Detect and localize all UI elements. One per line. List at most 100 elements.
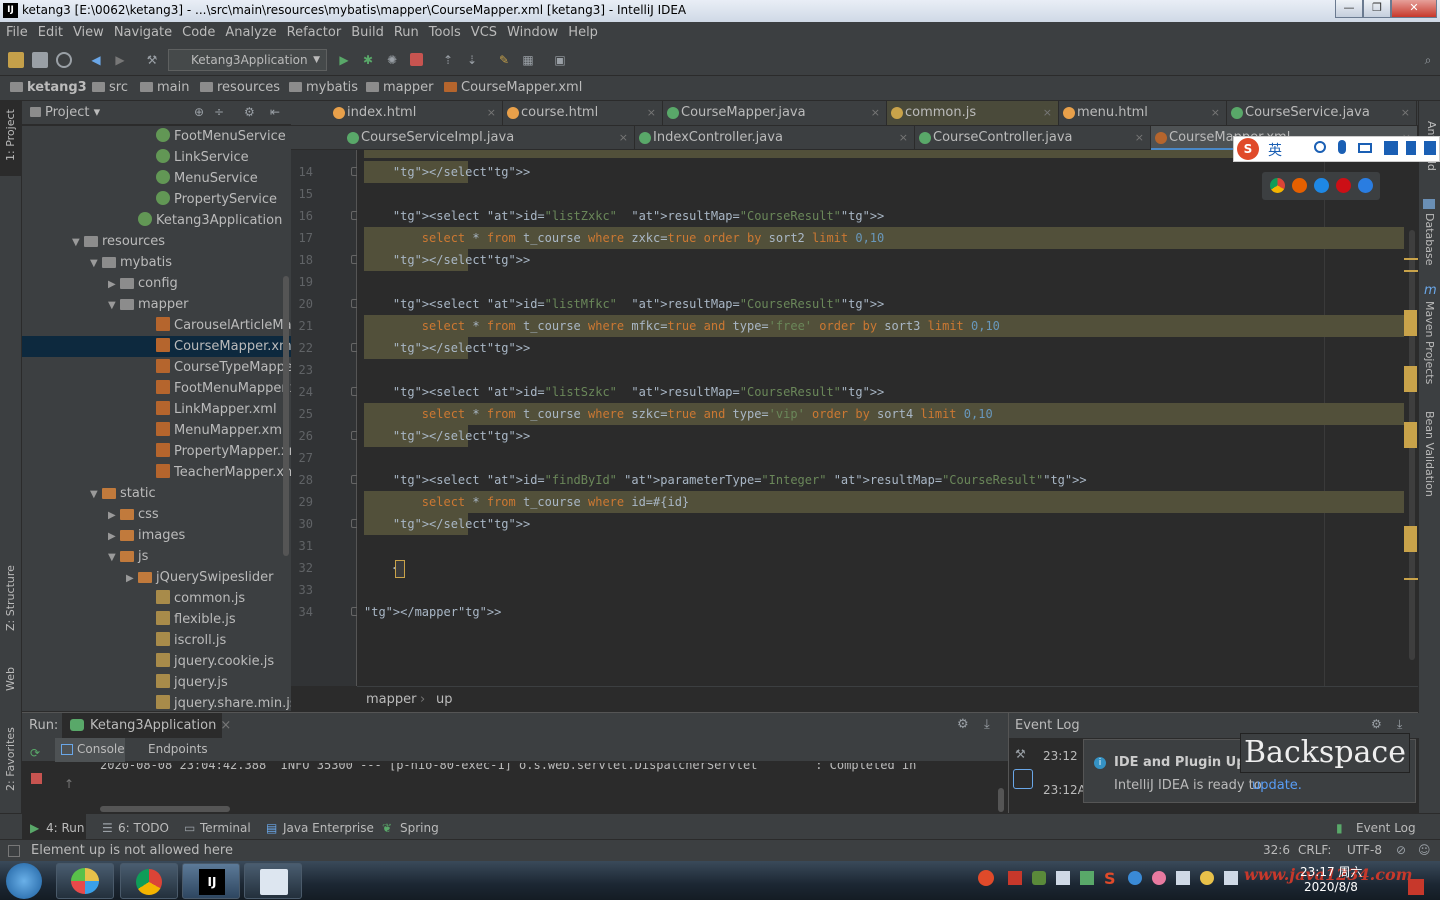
settings-icon[interactable]: ✎ [496,52,512,68]
hector-icon[interactable]: ☺ [1418,843,1431,857]
hide-panel-icon[interactable]: ⤓ [984,717,990,732]
stop-icon[interactable] [31,773,42,784]
close-tab-icon[interactable]: × [1211,101,1220,125]
menu-file[interactable]: File [0,22,32,40]
editor-tab[interactable]: index.html × [329,101,503,125]
update-icon[interactable]: ⇡ [440,52,456,68]
run-tool-tab[interactable]: 4: Run [46,821,85,835]
code-editor[interactable]: "tg"></select"tg">> "tg"><select "at">id… [357,150,1418,686]
scroll-up-icon[interactable]: ↑ [64,777,74,791]
close-tab-icon[interactable]: × [647,101,656,125]
close-tab-icon[interactable]: × [899,126,908,150]
tree-item[interactable]: PropertyMapper.xml [22,441,291,462]
event-log-tool-tab[interactable]: Event Log [1356,821,1416,835]
favorites-tool-label[interactable]: 2: Favorites [4,727,17,791]
caret-position[interactable]: 32:6 [1263,843,1290,857]
tree-item[interactable]: ▼ static [22,483,291,504]
menu-help[interactable]: Help [562,22,602,40]
nav-project[interactable]: ketang3 [10,80,87,95]
console-vscroll[interactable] [998,788,1004,812]
mic-icon[interactable] [1338,140,1346,154]
chevron-down-icon[interactable]: ▼ [72,232,84,253]
java-enterprise-tool-tab[interactable]: Java Enterprise [283,821,374,835]
sdk-icon[interactable]: ▣ [552,52,568,68]
console-hscroll[interactable] [100,806,230,812]
close-tab-icon[interactable]: × [1135,126,1144,150]
gear-icon[interactable]: ⚙ [1371,717,1382,731]
ime-lang[interactable]: 英 [1268,140,1282,160]
tree-item[interactable]: ▼ mybatis [22,252,291,273]
editor-tab[interactable]: common.js × [887,101,1059,125]
menu-edit[interactable]: Edit [32,22,67,40]
taskbar-intellij[interactable]: IJ [182,863,240,899]
menu-run[interactable]: Run [388,22,423,40]
user-icon[interactable] [1384,141,1398,155]
tray-icon[interactable] [1152,871,1166,885]
line-separator[interactable]: CRLF: [1298,843,1331,857]
tree-item[interactable]: ▶ config [22,273,291,294]
nav-src[interactable]: src [92,80,128,95]
tools-icon[interactable] [1424,141,1436,155]
update-link[interactable]: update. [1252,778,1302,793]
menu-tools[interactable]: Tools [423,22,465,40]
coverage-icon[interactable]: ✺ [384,52,400,68]
nav-mybatis[interactable]: mybatis [289,80,358,95]
stop-icon[interactable] [410,53,423,66]
chevron-down-icon[interactable]: ▼ [108,295,120,316]
debug-icon[interactable]: ✱ [360,52,376,68]
chevron-right-icon[interactable]: ▶ [126,568,138,589]
tree-item[interactable]: PropertyService [22,189,291,210]
run-configuration-select[interactable]: Ketang3Application ▼ [168,49,327,71]
tree-item[interactable]: Ketang3Application [22,210,291,231]
tree-item[interactable]: jquery.cookie.js [22,651,291,672]
lock-icon[interactable]: ⊘ [1396,843,1406,857]
safari-icon[interactable] [1314,178,1329,193]
close-tab-icon[interactable]: × [487,101,496,125]
chevron-right-icon[interactable]: ▶ [108,274,120,295]
editor-tab[interactable]: CourseMapper.java × [663,101,887,125]
locate-icon[interactable]: ⊕ [194,105,204,119]
editor-tab[interactable]: IndexController.java × [635,126,915,150]
keyboard-icon[interactable] [1358,143,1372,153]
hide-icon[interactable]: ⇤ [270,105,280,119]
tray-network-icon[interactable] [1176,871,1190,885]
tray-icon[interactable] [1128,871,1142,885]
tree-item[interactable]: ▶ jQuerySwipeslider [22,567,291,588]
maximize-button[interactable]: ❐ [1363,0,1391,18]
tree-item[interactable]: iscroll.js [22,630,291,651]
tree-item[interactable]: ▼ resources [22,231,291,252]
menu-analyze[interactable]: Analyze [219,22,280,40]
tree-item[interactable]: ▶ images [22,525,291,546]
tree-item[interactable]: jquery.js [22,672,291,693]
menu-code[interactable]: Code [176,22,219,40]
emoji-icon[interactable] [1314,141,1326,153]
search-icon[interactable]: ⌕ [1420,52,1436,68]
ie-icon[interactable] [1358,178,1373,193]
start-button[interactable] [6,863,42,899]
tree-item[interactable]: ▼ mapper [22,294,291,315]
tree-item[interactable]: MenuService [22,168,291,189]
file-encoding[interactable]: UTF-8 [1347,843,1382,857]
terminal-tool-tab[interactable]: Terminal [200,821,251,835]
clock-date[interactable]: 2020/8/8 [1304,880,1358,894]
close-tab-icon[interactable]: × [220,718,231,733]
database-tool-label[interactable]: Database [1423,213,1436,266]
save-icon[interactable] [32,52,48,68]
tray-shield-icon[interactable] [1032,871,1046,885]
ime-toolbar[interactable]: S 英 [1233,136,1440,162]
tree-item[interactable]: TeacherMapper.xml [22,462,291,483]
endpoints-tab[interactable]: Endpoints [148,742,208,756]
gear-icon[interactable]: ⚙ [957,717,969,732]
commit-icon[interactable]: ⇣ [464,52,480,68]
tree-item[interactable]: MenuMapper.xml [22,420,291,441]
editor-tab[interactable]: CourseService.java × [1227,101,1417,125]
menu-vcs[interactable]: VCS [465,22,501,40]
close-tab-icon[interactable]: × [1043,101,1052,125]
menu-build[interactable]: Build [345,22,388,40]
tray-icon[interactable] [1056,871,1070,885]
tray-nvidia-icon[interactable] [1080,871,1094,885]
toggle-tool-windows-icon[interactable] [8,845,20,857]
maven-tool-label[interactable]: Maven Projects [1423,301,1436,384]
clock-time[interactable]: 23:17 周六 [1300,863,1362,880]
shirt-icon[interactable] [1406,141,1416,155]
